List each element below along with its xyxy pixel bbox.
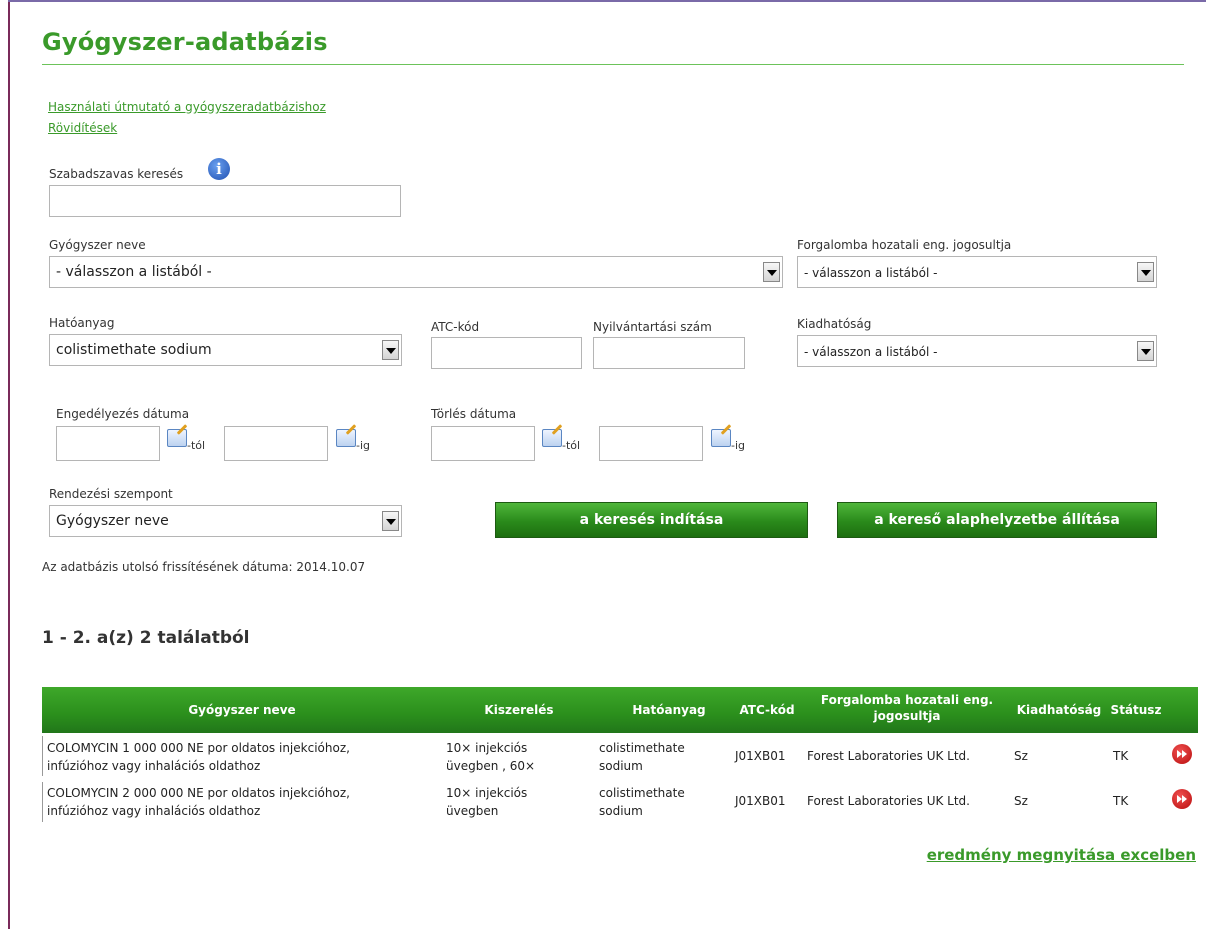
search-button[interactable]: a keresés indítása [495,502,808,538]
atc-input[interactable] [431,337,582,369]
row-dispense: Sz [1014,749,1028,763]
row-name-line2: infúzióhoz vagy inhalációs oldathoz [47,759,261,773]
row-pack-line1: 10× injekciós [446,786,528,800]
row-atc: J01XB01 [735,749,786,763]
row-active-line2: sodium [599,804,643,818]
col-header-status[interactable]: Státusz [1104,703,1168,717]
last-update-text: Az adatbázis utolsó frissítésének dátuma… [42,560,366,574]
holder-label: Forgalomba hozatali eng. jogosultja [797,238,1012,252]
chevron-down-icon[interactable] [1137,262,1154,282]
freetext-input[interactable] [49,185,401,217]
guide-link[interactable]: Használati útmutató a gyógyszeradatbázis… [48,100,326,114]
sort-label: Rendezési szempont [49,487,173,501]
reset-button[interactable]: a kereső alaphelyzetbe állítása [837,502,1157,538]
approval-date-to-input[interactable] [224,426,328,461]
window-left-border [8,0,10,929]
chevron-down-icon[interactable] [382,511,399,531]
to-suffix: -ig [356,439,371,452]
col-header-active[interactable]: Hatóanyag [594,703,744,717]
delete-date-to-input[interactable] [599,426,703,461]
row-pack-line2: üvegben [446,804,499,818]
row-status: TK [1113,794,1129,808]
drug-name-label: Gyógyszer neve [49,238,146,252]
dispense-label: Kiadhatóság [797,317,872,331]
open-details-icon[interactable] [1172,789,1192,809]
approval-date-label: Engedélyezés dátuma [56,407,190,421]
atc-label: ATC-kód [431,320,480,334]
calendar-icon[interactable] [167,429,187,447]
excel-export-link[interactable]: eredmény megnyitása excelben [927,846,1196,864]
info-icon[interactable]: i [208,158,230,180]
sort-select-value: Gyógyszer neve [56,513,169,529]
registration-input[interactable] [593,337,745,369]
window-top-border [8,0,1206,2]
col-header-holder-line1[interactable]: Forgalomba hozatali eng. [802,693,1012,707]
row-name-line2: infúzióhoz vagy inhalációs oldathoz [47,804,261,818]
calendar-icon[interactable] [711,429,731,447]
row-left-border [42,782,43,822]
col-header-dispense[interactable]: Kiadhatóság [1012,703,1106,717]
col-header-name[interactable]: Gyógyszer neve [42,703,442,717]
col-header-holder-line2[interactable]: jogosultja [802,709,1012,723]
row-dispense: Sz [1014,794,1028,808]
to-suffix: -ig [731,439,746,452]
delete-date-from-input[interactable] [431,426,535,461]
row-active-line1: colistimethate [599,786,685,800]
holder-select[interactable]: - válasszon a listából - [797,256,1157,288]
calendar-icon[interactable] [542,429,562,447]
holder-select-value: - válasszon a listából - [804,266,938,280]
row-holder: Forest Laboratories UK Ltd. [807,794,970,808]
row-holder: Forest Laboratories UK Ltd. [807,749,970,763]
from-suffix: -tól [187,439,206,452]
title-divider [42,64,1184,65]
row-left-border [42,736,43,776]
col-header-atc[interactable]: ATC-kód [732,703,802,717]
abbreviations-link[interactable]: Rövidítések [48,121,117,135]
row-name-line1: COLOMYCIN 1 000 000 NE por oldatos injek… [47,741,350,755]
row-atc: J01XB01 [735,794,786,808]
calendar-icon[interactable] [336,429,356,447]
dispense-select[interactable]: - válasszon a listából - [797,335,1157,367]
chevron-down-icon[interactable] [763,262,780,282]
sort-select[interactable]: Gyógyszer neve [49,505,402,537]
approval-date-from-input[interactable] [56,426,160,461]
active-ingredient-select[interactable]: colistimethate sodium [49,334,402,366]
row-status: TK [1113,749,1129,763]
chevron-down-icon[interactable] [1137,341,1154,361]
row-name-line1: COLOMYCIN 2 000 000 NE por oldatos injek… [47,786,350,800]
chevron-down-icon[interactable] [382,340,399,360]
row-pack-line2: üvegben , 60× [446,759,536,773]
results-summary: 1 - 2. a(z) 2 találatból [42,628,250,648]
row-active-line1: colistimethate [599,741,685,755]
freetext-label: Szabadszavas keresés [49,167,184,181]
active-ingredient-label: Hatóanyag [49,316,115,330]
results-table-header: Gyógyszer neve Kiszerelés Hatóanyag ATC-… [42,687,1198,733]
drug-name-select[interactable]: - válasszon a listából - [49,256,783,288]
col-header-pack[interactable]: Kiszerelés [444,703,594,717]
drug-name-select-value: - válasszon a listából - [56,264,212,280]
registration-label: Nyilvántartási szám [593,320,712,334]
row-active-line2: sodium [599,759,643,773]
row-pack-line1: 10× injekciós [446,741,528,755]
from-suffix: -tól [562,439,581,452]
open-details-icon[interactable] [1172,744,1192,764]
page-title: Gyógyszer-adatbázis [42,28,328,56]
delete-date-label: Törlés dátuma [431,407,517,421]
dispense-select-value: - válasszon a listából - [804,345,938,359]
active-ingredient-select-value: colistimethate sodium [56,342,212,358]
